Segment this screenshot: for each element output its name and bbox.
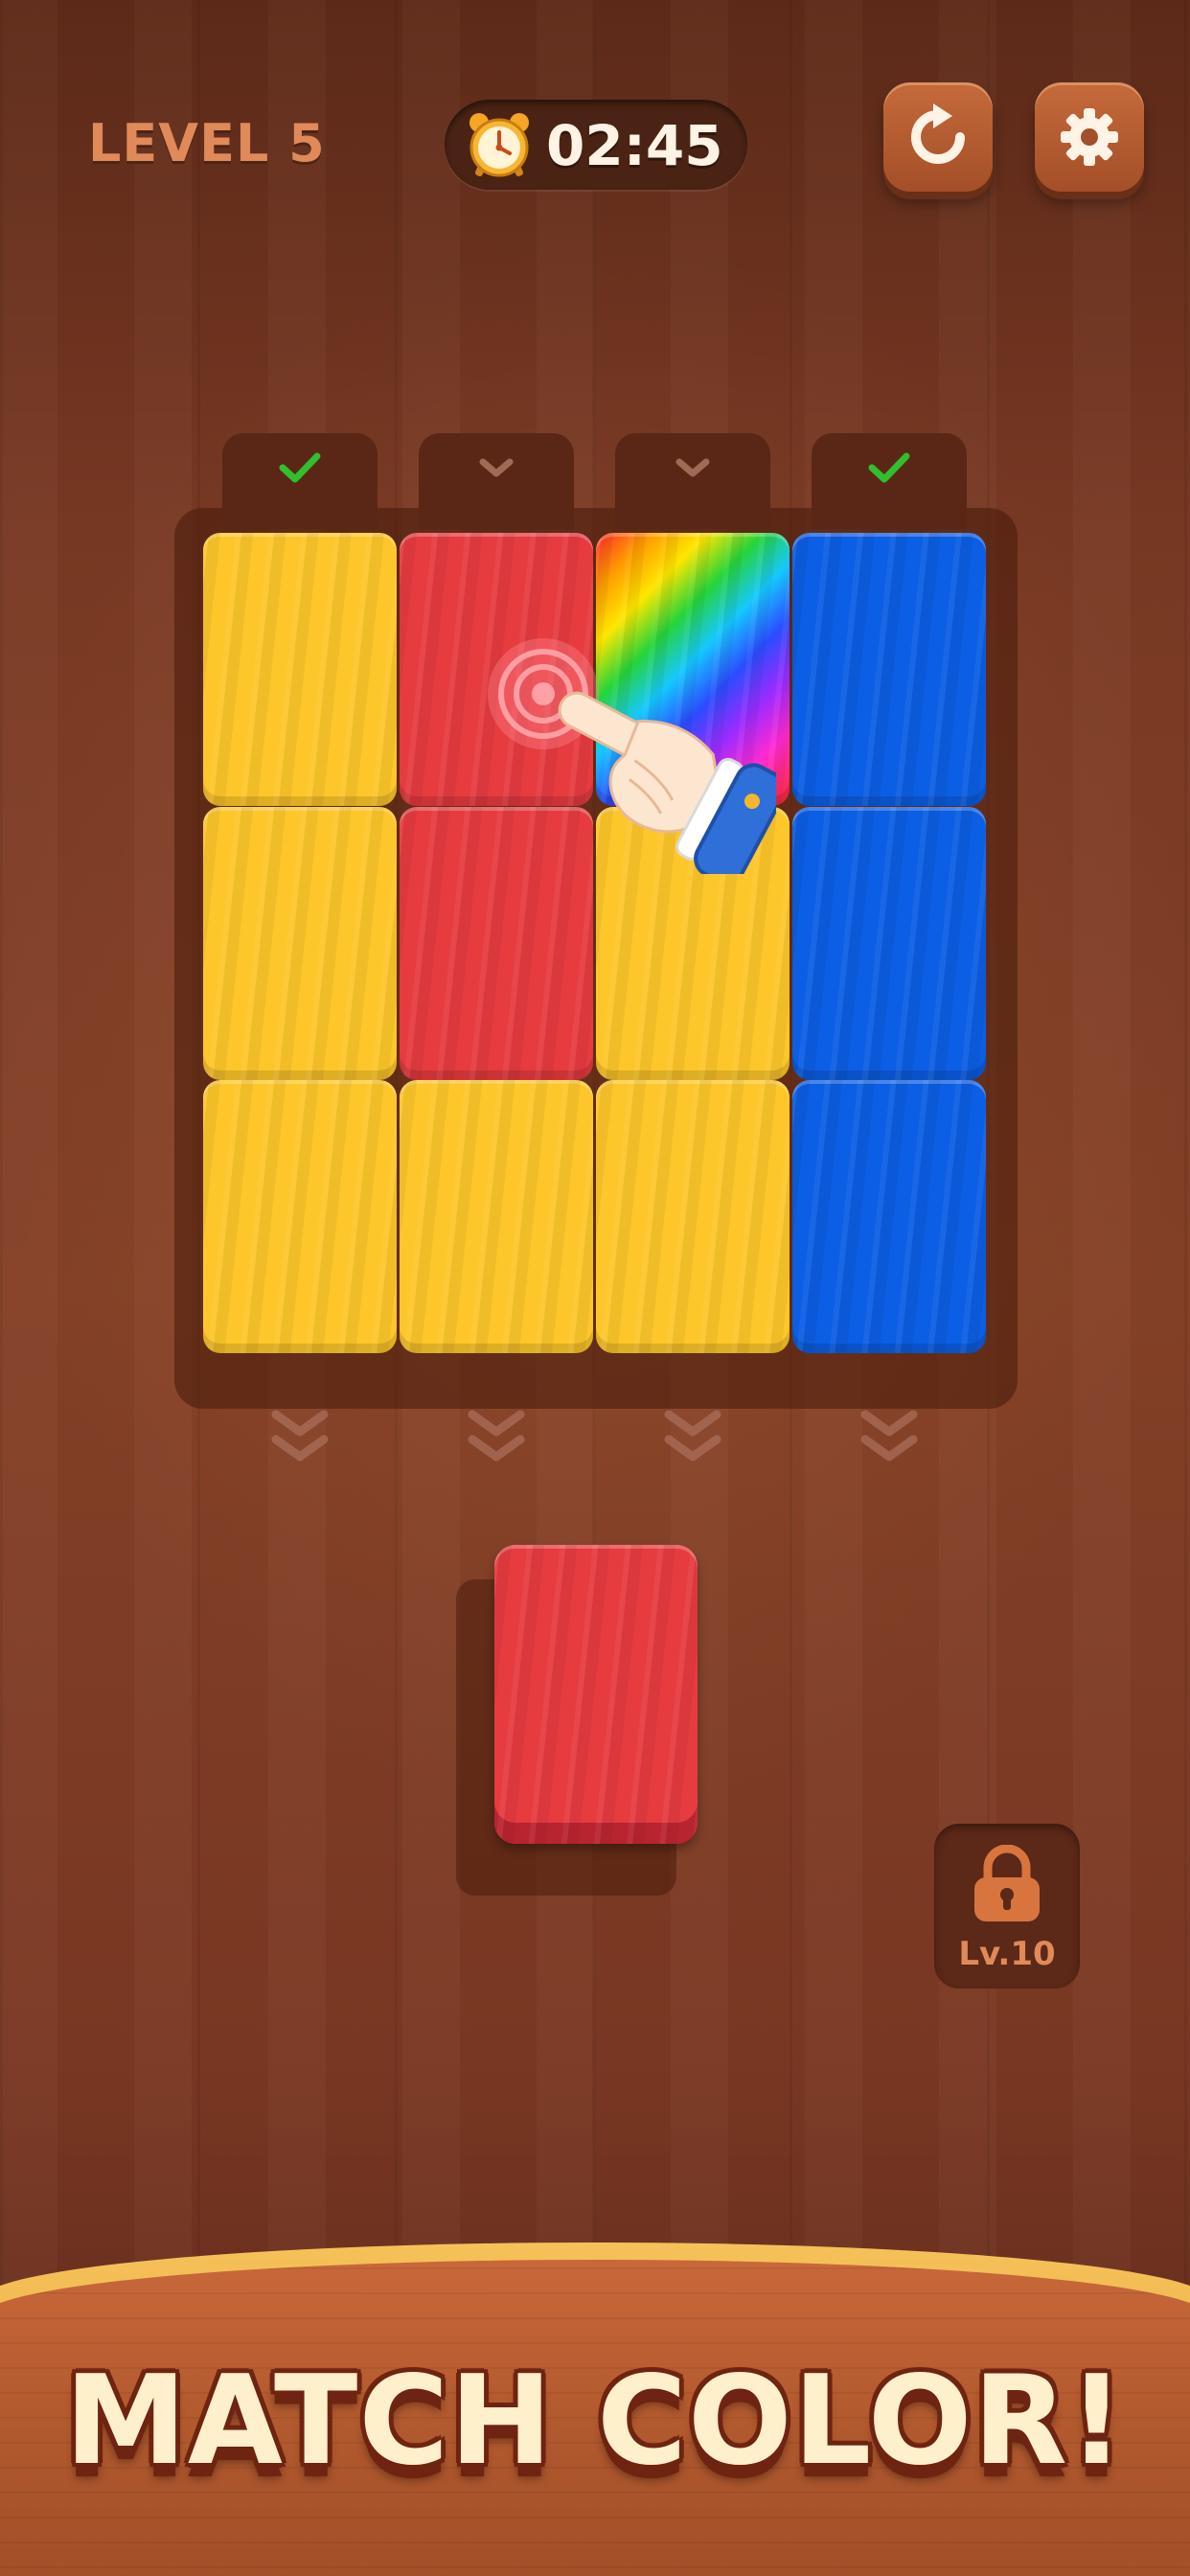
drop-arrows-icon [659,1405,726,1474]
pointing-hand-icon [558,691,776,874]
timer: 02:45 [445,100,747,190]
tile-blue[interactable] [792,533,986,806]
lock-icon [974,1845,1040,1921]
settings-button[interactable] [1035,82,1144,192]
tile-yellow[interactable] [400,1080,593,1353]
game-screen: LEVEL 5 02:45 Lv.10 MATCH COLOR! [0,0,1190,2576]
column-tab-1 [222,433,378,529]
tile-yellow[interactable] [596,1080,790,1353]
drop-arrows-icon [266,1405,333,1474]
level-label: LEVEL 5 [88,113,326,173]
column-tab-2 [419,433,574,529]
tile-blue[interactable] [792,807,986,1080]
column-tab-3 [615,433,770,529]
drop-arrows-icon [856,1405,923,1474]
checkmark-icon [279,452,321,483]
restart-icon [911,104,965,164]
column-tab-4 [812,433,967,529]
tile-yellow[interactable] [203,807,397,1080]
lock-level-label: Lv.10 [958,1935,1056,1973]
alarm-clock-icon [469,113,529,177]
locked-slot[interactable]: Lv.10 [934,1824,1080,1989]
tile-yellow[interactable] [203,533,397,806]
tile-yellow[interactable] [203,1080,397,1353]
banner-title: MATCH COLOR! [64,2350,1126,2493]
tile-blue[interactable] [792,1080,986,1353]
chevron-down-icon [479,458,514,477]
checkmark-icon [868,452,910,483]
drop-arrows-icon [463,1405,530,1474]
gear-icon [1061,108,1118,166]
loose-red-block[interactable] [494,1545,698,1844]
timer-text: 02:45 [546,113,723,178]
chevron-down-icon [675,458,710,477]
restart-button[interactable] [883,82,993,192]
